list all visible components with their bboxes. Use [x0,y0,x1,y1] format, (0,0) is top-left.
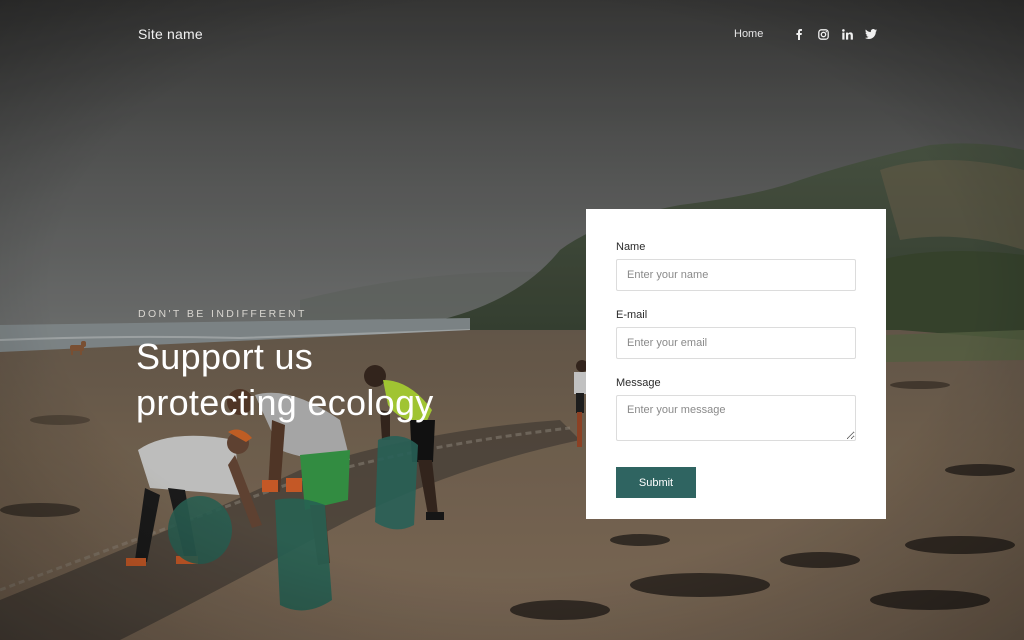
site-name[interactable]: Site name [138,26,203,42]
twitter-icon[interactable] [865,28,878,40]
top-nav: Home [734,28,878,40]
name-field[interactable] [616,259,856,291]
hero-title-line-1: Support us [136,336,314,377]
instagram-icon[interactable] [817,28,829,40]
hero-title: Support us protecting ecology [136,334,556,426]
name-label: Name [616,241,646,253]
linkedin-icon[interactable] [841,28,853,40]
message-field[interactable] [616,395,856,441]
email-label: E-mail [616,309,648,321]
contact-form-card: Name E-mail Message Submit [586,209,886,519]
nav-link-home[interactable]: Home [734,28,763,40]
email-field[interactable] [616,327,856,359]
submit-button[interactable]: Submit [616,467,696,498]
message-label: Message [616,377,661,389]
page: Site name Home DON'T BE INDIFFERENT Supp… [0,0,1024,640]
hero-eyebrow: DON'T BE INDIFFERENT [138,308,307,320]
social-links [793,28,878,40]
facebook-icon[interactable] [793,28,805,40]
hero-title-line-2: protecting ecology [136,382,434,423]
